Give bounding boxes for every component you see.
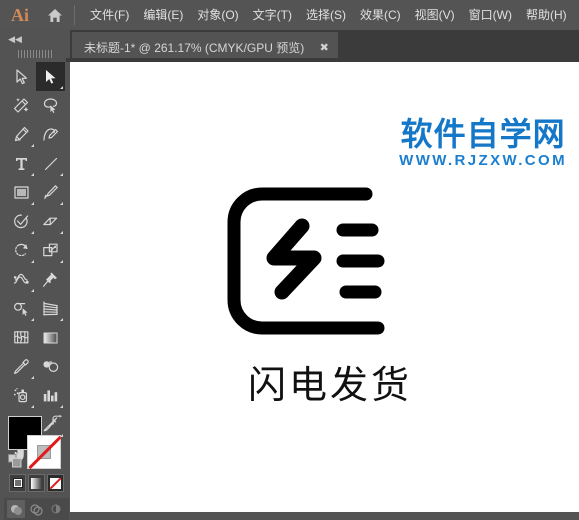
- column-graph-tool[interactable]: [36, 381, 65, 410]
- menu-bar: Ai 文件(F) 编辑(E) 对象(O) 文字(T) 选择(S) 效果(C) 视…: [0, 0, 579, 30]
- tool-flyout-indicator: [31, 231, 34, 234]
- watermark: 软件自学网 WWW.RJZXW.COM: [399, 117, 567, 169]
- artboard-canvas[interactable]: 软件自学网 WWW.RJZXW.COM 闪电发货: [70, 62, 579, 512]
- menu-file[interactable]: 文件(F): [83, 0, 136, 30]
- no-stroke-slash-icon: [27, 435, 61, 469]
- close-icon[interactable]: ✖: [318, 41, 330, 54]
- tool-flyout-indicator: [60, 405, 63, 408]
- tools-panel: [0, 62, 70, 520]
- illustrator-window: Ai 文件(F) 编辑(E) 对象(O) 文字(T) 选择(S) 效果(C) 视…: [0, 0, 579, 520]
- line-segment-tool[interactable]: [36, 149, 65, 178]
- double-chevron-left-icon[interactable]: ◀◀: [4, 33, 26, 46]
- toolbar-header: ◀◀: [0, 30, 70, 62]
- watermark-url: WWW.RJZXW.COM: [399, 152, 567, 169]
- tool-flyout-indicator: [31, 173, 34, 176]
- draw-behind-icon: [30, 504, 43, 516]
- home-icon[interactable]: [40, 0, 70, 30]
- menu-edit[interactable]: 编辑(E): [136, 0, 190, 30]
- draw-normal-button[interactable]: [7, 500, 25, 518]
- rectangle-tool[interactable]: [7, 178, 36, 207]
- toolbar-drag-handle[interactable]: [18, 50, 52, 58]
- width-tool[interactable]: [7, 265, 36, 294]
- curvature-tool[interactable]: [36, 120, 65, 149]
- tool-flyout-indicator: [60, 202, 63, 205]
- draw-inside-icon: [51, 504, 61, 514]
- menu-object[interactable]: 对象(O): [190, 0, 245, 30]
- direct-selection-tool[interactable]: [36, 62, 65, 91]
- draw-mode-buttons: [4, 498, 69, 520]
- paintbrush-tool[interactable]: [36, 178, 65, 207]
- default-colors-icon[interactable]: [8, 454, 22, 468]
- selection-tool[interactable]: [7, 62, 36, 91]
- mesh-tool[interactable]: [7, 323, 36, 352]
- draw-inside-button[interactable]: [47, 500, 65, 518]
- magic-wand-tool[interactable]: [7, 91, 36, 120]
- gradient-tool[interactable]: [36, 323, 65, 352]
- menu-window[interactable]: 窗口(W): [462, 0, 519, 30]
- draw-normal-icon: [11, 505, 22, 515]
- tool-flyout-indicator: [60, 318, 63, 321]
- free-transform-tool[interactable]: [36, 265, 65, 294]
- color-mode-button[interactable]: [9, 474, 26, 492]
- lightning-delivery-logo[interactable]: [226, 186, 396, 336]
- menu-divider: [74, 5, 75, 25]
- shape-builder-tool[interactable]: [7, 294, 36, 323]
- eyedropper-tool[interactable]: [7, 352, 36, 381]
- tool-flyout-indicator: [31, 405, 34, 408]
- tool-flyout-indicator: [31, 202, 34, 205]
- menu-view[interactable]: 视图(V): [408, 0, 462, 30]
- artwork-caption[interactable]: 闪电发货: [190, 354, 470, 409]
- document-tab-title: 未标题-1* @ 261.17% (CMYK/GPU 预览): [84, 40, 305, 55]
- tool-flyout-indicator: [60, 260, 63, 263]
- draw-behind-button[interactable]: [27, 500, 45, 518]
- shaper-tool[interactable]: [7, 207, 36, 236]
- tool-flyout-indicator: [31, 144, 34, 147]
- none-mode-button[interactable]: [47, 474, 64, 492]
- rotate-tool[interactable]: [7, 236, 36, 265]
- tool-flyout-indicator: [31, 376, 34, 379]
- pen-tool[interactable]: [7, 120, 36, 149]
- scale-tool[interactable]: [36, 236, 65, 265]
- symbol-sprayer-tool[interactable]: [7, 381, 36, 410]
- blend-tool[interactable]: [36, 352, 65, 381]
- tools-grid: [7, 62, 65, 468]
- color-controls: [0, 410, 70, 520]
- no-color-icon: [50, 477, 61, 489]
- type-tool[interactable]: [7, 149, 36, 178]
- tool-flyout-indicator: [60, 231, 63, 234]
- gradient-mode-button[interactable]: [28, 474, 45, 492]
- menu-help[interactable]: 帮助(H): [519, 0, 574, 30]
- tool-flyout-indicator: [31, 289, 34, 292]
- swap-arrows-icon[interactable]: [51, 414, 64, 427]
- lasso-tool[interactable]: [36, 91, 65, 120]
- fill-mode-buttons: [9, 474, 65, 494]
- tool-flyout-indicator: [31, 260, 34, 263]
- perspective-grid-tool[interactable]: [36, 294, 65, 323]
- tool-flyout-indicator: [31, 318, 34, 321]
- tool-flyout-indicator: [60, 173, 63, 176]
- eraser-tool[interactable]: [36, 207, 65, 236]
- menu-select[interactable]: 选择(S): [299, 0, 353, 30]
- menu-type[interactable]: 文字(T): [246, 0, 299, 30]
- menu-effect[interactable]: 效果(C): [353, 0, 408, 30]
- solid-color-icon: [12, 478, 23, 488]
- tool-flyout-indicator: [60, 86, 63, 89]
- menu-item-list: 文件(F) 编辑(E) 对象(O) 文字(T) 选择(S) 效果(C) 视图(V…: [83, 0, 574, 30]
- stroke-color-swatch[interactable]: [27, 435, 61, 469]
- app-logo-ai: Ai: [11, 4, 29, 25]
- gradient-icon: [31, 477, 42, 489]
- watermark-chinese: 软件自学网: [400, 115, 566, 153]
